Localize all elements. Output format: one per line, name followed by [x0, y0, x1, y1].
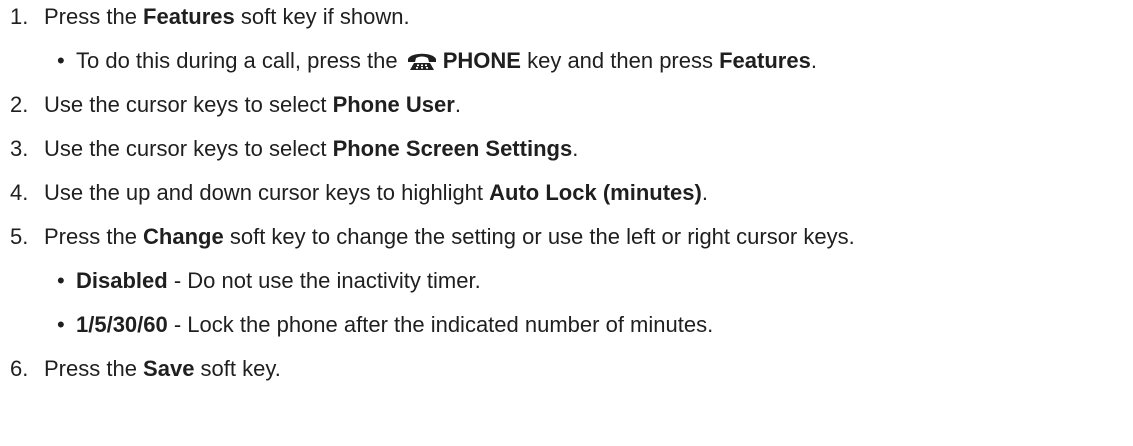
soft-key-name: Save [143, 356, 195, 381]
instruction-list: 1. Press the Features soft key if shown.… [0, 0, 1133, 446]
option-value: 1/5/30/60 [76, 312, 168, 337]
step-number: 3. [10, 136, 29, 161]
step-text: Press the Features soft key if shown. [44, 4, 410, 29]
step-text: Use the cursor keys to select Phone User… [44, 92, 461, 117]
step-number: 6. [10, 356, 29, 381]
key-name: PHONE [442, 48, 521, 73]
bullet: • [57, 268, 65, 293]
phone-icon [407, 51, 437, 77]
step-number: 5. [10, 224, 29, 249]
sub-step-text: To do this during a call, press the PHON… [76, 48, 817, 77]
bullet: • [57, 48, 65, 73]
step-text: Press the Save soft key. [44, 356, 281, 381]
step-number: 1. [10, 4, 29, 29]
step-text: Use the up and down cursor keys to highl… [44, 180, 708, 205]
soft-key-name: Change [143, 224, 224, 249]
soft-key-name: Features [143, 4, 235, 29]
menu-option-name: Phone User [332, 92, 455, 117]
step-text: Use the cursor keys to select Phone Scre… [44, 136, 579, 161]
sub-step-text: 1/5/30/60 - Lock the phone after the ind… [76, 312, 714, 337]
step-number: 2. [10, 92, 29, 117]
step-text: Press the Change soft key to change the … [44, 224, 855, 249]
menu-option-name: Phone Screen Settings [332, 136, 573, 161]
bullet: • [57, 312, 65, 337]
soft-key-name: Features [719, 48, 811, 73]
option-value: Disabled [76, 268, 168, 293]
sub-step-text: Disabled - Do not use the inactivity tim… [76, 268, 481, 293]
setting-name: Auto Lock (minutes) [489, 180, 702, 205]
step-number: 4. [10, 180, 29, 205]
